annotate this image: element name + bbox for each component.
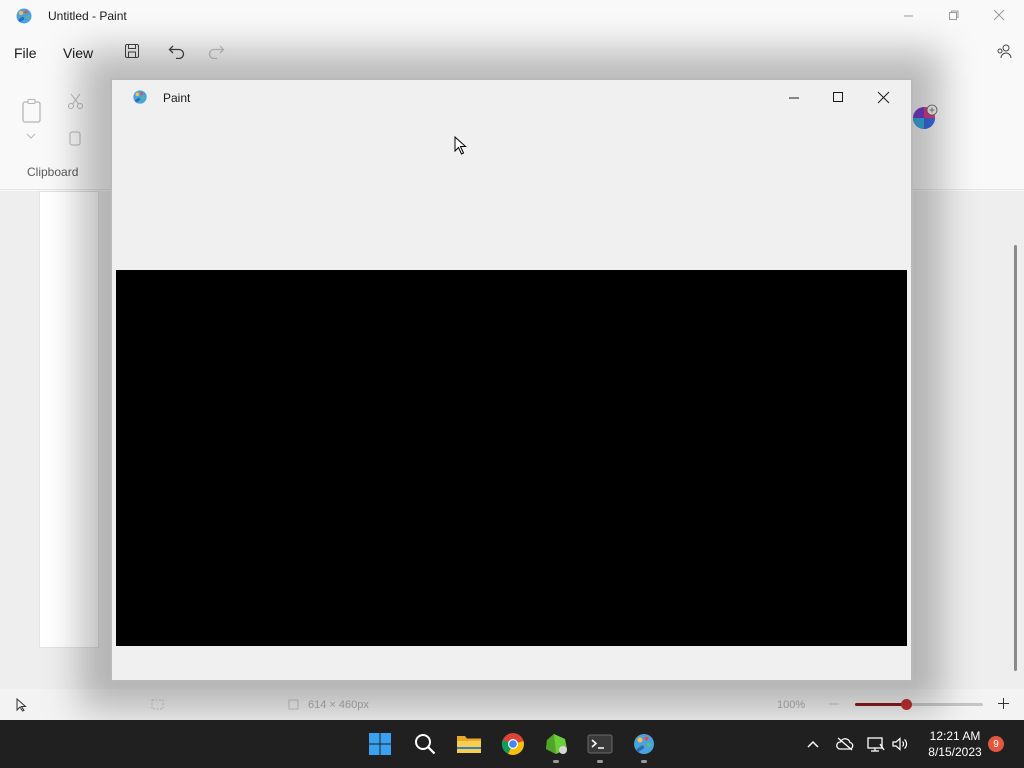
- paint-app-icon: [16, 8, 32, 24]
- dialog-close-button[interactable]: [863, 84, 903, 110]
- taskbar-clock[interactable]: 12:21 AM 8/15/2023: [920, 728, 990, 760]
- chevron-down-icon: [26, 133, 36, 139]
- paste-button[interactable]: [20, 98, 44, 127]
- gem-app-icon: [546, 734, 567, 754]
- clock-date: 8/15/2023: [928, 745, 982, 759]
- dialog-minimize-button[interactable]: [774, 84, 814, 110]
- paste-dropdown[interactable]: [26, 128, 36, 143]
- minimize-button[interactable]: [885, 0, 931, 30]
- chevron-up-icon: [807, 740, 819, 748]
- taskbar: 12:21 AM 8/15/2023 9: [0, 720, 1024, 768]
- network-icon: [867, 737, 885, 752]
- chrome-icon: [501, 733, 524, 755]
- start-button[interactable]: [367, 731, 393, 757]
- dialog-content-unrendered: [116, 270, 907, 646]
- mouse-cursor-icon: [454, 136, 467, 155]
- taskbar-terminal[interactable]: [587, 731, 613, 757]
- title-bar: Untitled - Paint: [0, 0, 1024, 32]
- clipboard-icon: [22, 99, 41, 123]
- maximize-icon: [833, 92, 843, 102]
- restore-icon: [948, 10, 958, 20]
- network-tray-button[interactable]: [867, 735, 885, 753]
- speaker-icon: [892, 737, 908, 751]
- vertical-scrollbar[interactable]: [1014, 245, 1017, 671]
- terminal-icon: [587, 734, 613, 754]
- paint-app-icon: [133, 90, 147, 104]
- dialog-title-bar[interactable]: Paint: [112, 80, 911, 114]
- clock-time: 12:21 AM: [929, 729, 981, 743]
- minimize-icon: [903, 15, 913, 16]
- paint-dialog-window: Paint: [110, 78, 913, 682]
- cloud-offline-icon: [836, 737, 854, 751]
- taskbar-search-button[interactable]: [412, 731, 438, 757]
- notification-badge[interactable]: 9: [988, 736, 1004, 752]
- close-button[interactable]: [976, 0, 1022, 30]
- pointer-position-icon: [16, 698, 27, 712]
- window-title: Untitled - Paint: [48, 9, 127, 23]
- paint-icon: [634, 734, 654, 754]
- volume-tray-button[interactable]: [891, 735, 909, 753]
- taskbar-file-explorer[interactable]: [456, 731, 482, 757]
- paint-running-indicator: [641, 760, 647, 763]
- taskbar-chrome[interactable]: [500, 731, 526, 757]
- zoom-in-icon[interactable]: [997, 697, 1010, 710]
- dialog-title: Paint: [163, 91, 191, 105]
- start-icon: [369, 733, 391, 755]
- search-icon: [415, 734, 436, 755]
- onedrive-tray-button[interactable]: [836, 735, 854, 753]
- show-hidden-icons-button[interactable]: [804, 735, 822, 753]
- menu-file[interactable]: File: [14, 43, 37, 63]
- people-icon: [997, 44, 1012, 59]
- taskbar-gem-app[interactable]: [543, 731, 569, 757]
- clipboard-group-label: Clipboard: [27, 165, 79, 179]
- gem-app-running-indicator: [553, 760, 559, 763]
- close-icon: [877, 91, 889, 103]
- close-icon: [993, 9, 1005, 21]
- dialog-maximize-button[interactable]: [818, 84, 858, 110]
- minimize-icon: [789, 97, 799, 99]
- account-button[interactable]: [991, 38, 1017, 64]
- file-explorer-icon: [457, 736, 481, 753]
- taskbar-paint[interactable]: [631, 731, 657, 757]
- terminal-running-indicator: [597, 760, 603, 763]
- restore-button[interactable]: [930, 0, 976, 30]
